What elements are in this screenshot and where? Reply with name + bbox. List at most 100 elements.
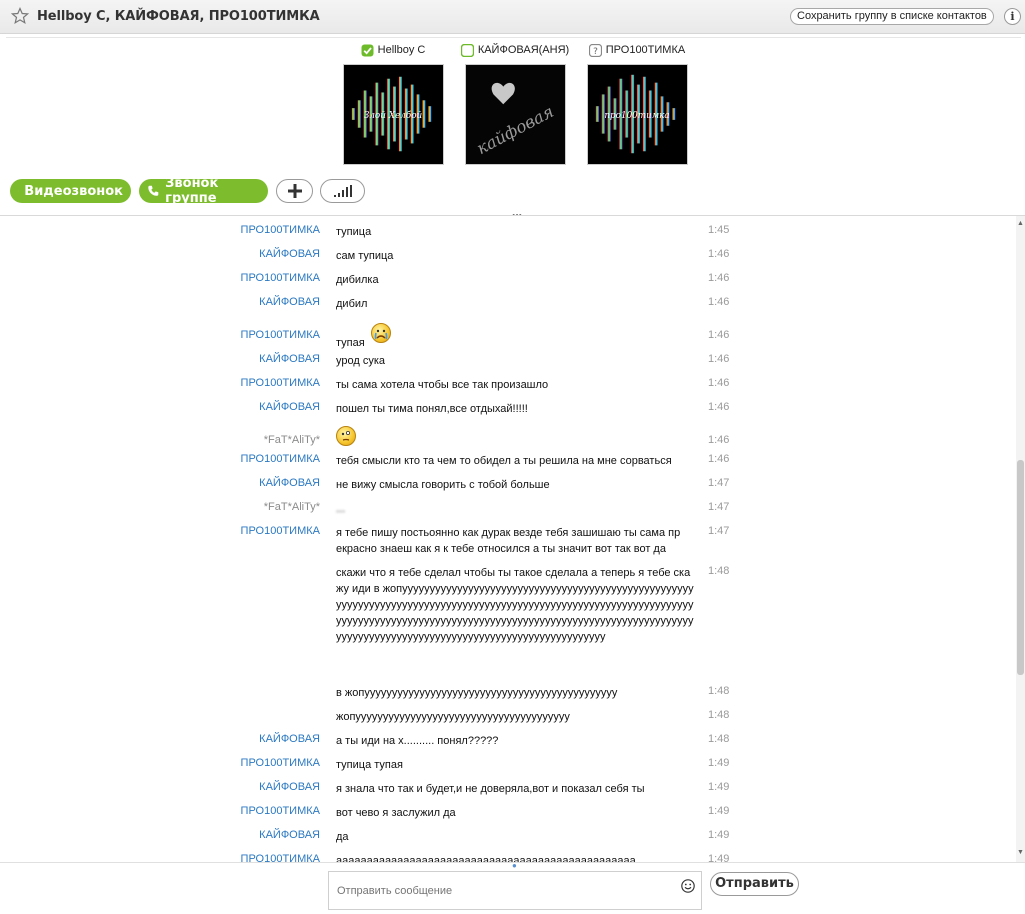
message-time: 1:48 [708,565,730,577]
message-time: 1:48 [708,733,730,745]
message-text: тупица тупая [336,759,403,771]
message-text: в жопууууууууууууууууууууууууууууууууууу… [336,687,618,699]
message-time: 1:47 [708,501,730,513]
call-quality-button[interactable] [320,179,365,203]
message-sender[interactable]: *FaT*AliTy* [264,501,320,513]
svg-text:?: ? [593,47,598,57]
message-time: 1:49 [708,781,730,793]
message-time: 1:46 [708,353,730,365]
message-text: скажи что я тебе сделал чтобы ты такое с… [336,567,694,643]
unknown-status-icon: ? [588,43,602,57]
message-sender[interactable]: КАЙФОВАЯ [259,248,320,260]
message-text: тупица [336,226,372,238]
message-time: 1:46 [708,296,730,308]
message-sender[interactable]: ПРО100ТИМКА [241,525,320,537]
add-participant-button[interactable] [276,179,313,203]
online-status-icon [361,44,374,56]
info-icon[interactable]: i [1004,8,1021,25]
message-text: жопууууууууууууууууууууууууууууууууууууу… [336,711,570,723]
participant-card[interactable]: Hellboy C Злой Хелбой [338,42,448,165]
message-text: урод сука [336,355,386,367]
message-time: 1:49 [708,853,730,862]
thinking-face-icon [336,426,356,446]
message-sender[interactable]: ПРО100ТИМКА [241,329,320,341]
message-time: 1:46 [708,434,730,446]
avatar-label: про100тимка [604,111,669,121]
message-sender[interactable]: КАЙФОВАЯ [259,401,320,413]
crying-face-icon [370,323,391,343]
online-status-icon [460,43,474,57]
message-time: 1:45 [708,224,730,236]
message-text: ты сама хотела чтобы все так произашло [336,379,549,391]
participant-card[interactable]: КАЙФОВАЯ(АНЯ) кайфовая [460,42,570,165]
message-text: я тебе пишу постьоянно как дурак везде т… [336,527,681,555]
video-call-label: Видеозвонок [24,183,123,199]
message-time: 1:46 [708,272,730,284]
group-call-label: Звонок группе [165,176,219,206]
message-time: 1:49 [708,829,730,841]
message-sender[interactable]: ПРО100ТИМКА [241,453,320,465]
phone-icon [148,185,159,196]
emoticon-icon[interactable] [681,879,695,893]
message-text: а ты иди на х.......... понял????? [336,735,499,747]
message-text: тебя смысли кто та чем то обидел а ты ре… [336,455,672,467]
message-text: да [336,831,349,843]
scroll-up-arrow-icon[interactable]: ▲ [1017,220,1024,227]
message-sender[interactable]: КАЙФОВАЯ [259,829,320,841]
avatar-label: Злой Хелбой [363,110,422,121]
message-text: тупая [336,337,365,349]
chat-scrollbar[interactable]: ▲ ▼ [1016,216,1025,862]
message-sender[interactable]: КАЙФОВАЯ [259,781,320,793]
plus-icon [287,184,302,198]
star-icon[interactable] [11,7,29,25]
message-text: дибил [336,298,368,310]
avatar[interactable]: про100тимка [586,64,688,165]
video-call-button[interactable]: Видеозвонок [10,179,131,203]
send-button[interactable]: Отправить [710,872,799,896]
message-time: 1:46 [708,248,730,260]
message-text: не вижу смысла говорить с тобой больше [336,479,550,491]
resize-handle-icon[interactable]: ● [512,861,517,870]
message-sender[interactable]: КАЙФОВАЯ [259,353,320,365]
avatar[interactable]: кайфовая [464,64,566,165]
message-sender[interactable]: ПРО100ТИМКА [241,224,320,236]
message-text: ... [336,503,346,515]
message-time: 1:47 [708,525,730,537]
scroll-down-arrow-icon[interactable]: ▼ [1017,849,1024,856]
group-call-button[interactable]: Звонок группе [139,176,268,206]
message-time: 1:48 [708,685,730,697]
participant-name: КАЙФОВАЯ(АНЯ) [477,44,570,56]
signal-bars-icon [333,185,352,197]
chat-history[interactable]: ПРО100ТИМКА тупица 1:45 КАЙФОВАЯ сам туп… [0,216,1016,862]
message-time: 1:49 [708,805,730,817]
message-input[interactable] [328,871,702,910]
message-sender[interactable]: КАЙФОВАЯ [259,733,320,745]
avatar[interactable]: Злой Хелбой [342,64,444,165]
divider [6,37,1021,38]
message-time: 1:46 [708,401,730,413]
message-sender[interactable]: ПРО100ТИМКА [241,377,320,389]
message-time: 1:46 [708,377,730,389]
message-sender[interactable]: КАЙФОВАЯ [259,296,320,308]
participant-name: Hellboy C [377,44,426,56]
message-time: 1:46 [708,453,730,465]
message-sender[interactable]: ПРО100ТИМКА [241,757,320,769]
message-text: пошел ты тима понял,все отдыхай!!!!! [336,403,528,415]
message-sender[interactable]: КАЙФОВАЯ [259,477,320,489]
message-sender[interactable]: ПРО100ТИМКА [241,853,320,862]
message-time: 1:49 [708,757,730,769]
message-sender[interactable]: ПРО100ТИМКА [241,272,320,284]
chat-title: Hellboy C, КАЙФОВАЯ, ПРО100ТИМКА [37,9,320,24]
message-text: сам тупица [336,250,394,262]
message-text: дибилка [336,274,379,286]
scroll-thumb[interactable] [1017,460,1024,675]
message-sender[interactable]: *FaT*AliTy* [264,434,320,446]
message-text: я знала что так и будет,и не доверяла,во… [336,783,645,795]
participant-name: ПРО100ТИМКА [605,44,686,56]
message-sender[interactable]: ПРО100ТИМКА [241,805,320,817]
save-group-button[interactable]: Сохранить группу в списке контактов [790,8,994,25]
message-time: 1:46 [708,329,730,341]
title-bar: Hellboy C, КАЙФОВАЯ, ПРО100ТИМКА Сохрани… [0,0,1025,34]
participant-card[interactable]: ? ПРО100ТИМКА про100тимка [582,42,692,165]
message-time: 1:47 [708,477,730,489]
